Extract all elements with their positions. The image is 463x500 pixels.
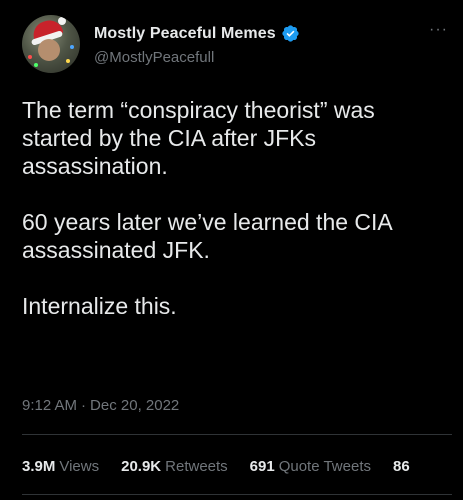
views-label: Views: [59, 458, 100, 475]
tweet-card: Mostly Peaceful Memes @MostlyPeacefull ·…: [0, 0, 463, 500]
tweet-paragraph: 60 years later we’ve learned the CIA ass…: [22, 209, 392, 263]
tweet-header: Mostly Peaceful Memes @MostlyPeacefull ·…: [22, 15, 452, 75]
divider: [22, 434, 452, 435]
avatar-face: [38, 39, 60, 61]
views-count: 3.9M: [22, 458, 56, 475]
quote-tweets-stat[interactable]: 691 Quote Tweets: [250, 458, 371, 475]
retweets-count: 20.9K: [121, 458, 162, 475]
santa-hat-pom: [58, 17, 66, 25]
avatar[interactable]: [22, 15, 80, 73]
tweet-paragraph: Internalize this.: [22, 293, 177, 319]
retweets-stat[interactable]: 20.9K Retweets: [121, 458, 228, 475]
likes-stat[interactable]: 86: [393, 458, 410, 475]
author-handle[interactable]: @MostlyPeacefull: [94, 49, 214, 66]
tweet-stats: 3.9M Views 20.9K Retweets 691 Quote Tweets …: [22, 458, 432, 475]
timestamp-separator: ·: [81, 397, 87, 414]
likes-count: 86: [392, 458, 410, 475]
divider: [22, 494, 452, 495]
tweet-timestamp[interactable]: 9:12 AM · Dec 20, 2022: [22, 397, 179, 414]
more-options-icon[interactable]: ···: [429, 21, 448, 39]
tweet-date[interactable]: Dec 20, 2022: [90, 397, 179, 414]
author-name-row[interactable]: Mostly Peaceful Memes: [94, 24, 300, 43]
tweet-time[interactable]: 9:12 AM: [22, 397, 77, 414]
quote-tweets-label: Quote Tweets: [278, 458, 371, 475]
tweet-text: The term “conspiracy theorist” was start…: [22, 96, 442, 348]
author-display-name[interactable]: Mostly Peaceful Memes: [94, 25, 276, 43]
retweets-label: Retweets: [165, 458, 228, 475]
verified-badge-icon: [282, 25, 299, 42]
tweet-paragraph: The term “conspiracy theorist” was start…: [22, 97, 375, 179]
views-stat[interactable]: 3.9M Views: [22, 458, 99, 475]
quote-tweets-count: 691: [249, 458, 275, 475]
christmas-light-icon: [70, 45, 74, 49]
christmas-light-icon: [34, 63, 38, 67]
christmas-light-icon: [66, 59, 70, 63]
christmas-light-icon: [28, 55, 32, 59]
